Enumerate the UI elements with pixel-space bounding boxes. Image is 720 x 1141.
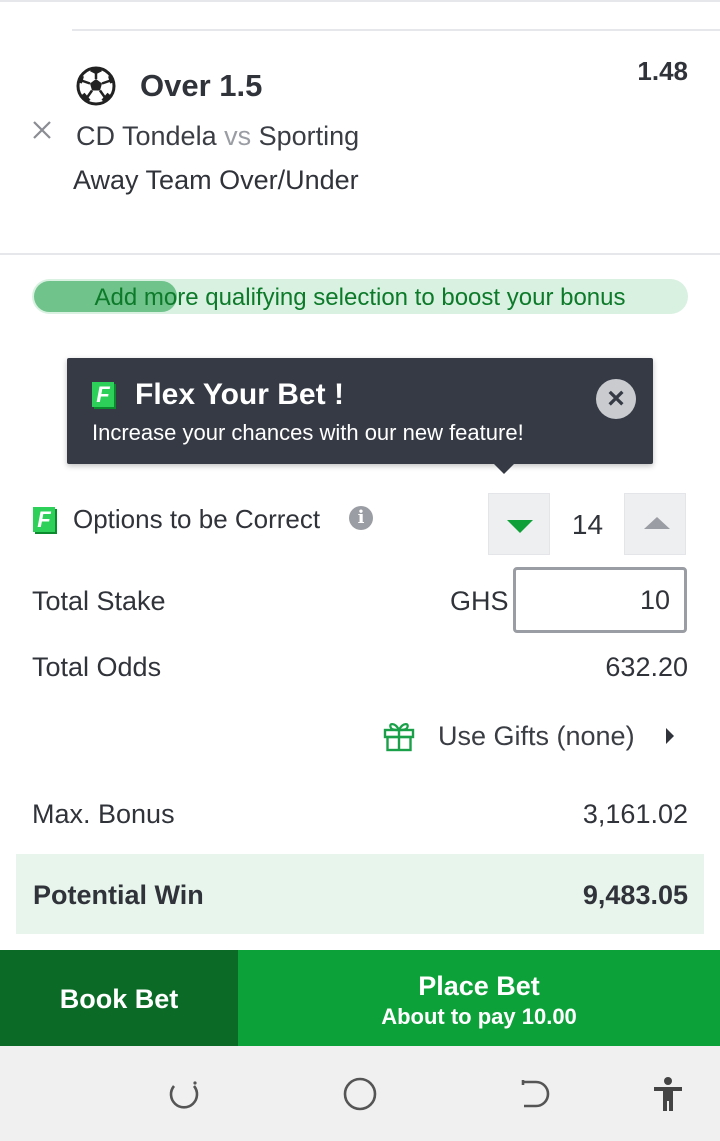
vs-label: vs [224,121,252,151]
soccer-ball-icon [76,66,116,106]
tooltip-close-icon[interactable]: × [596,379,636,419]
flex-bet-tooltip: F Flex Your Bet ! Increase your chances … [67,358,653,464]
home-icon[interactable] [340,1074,380,1114]
use-gifts-link[interactable]: Use Gifts (none) [382,718,682,756]
potential-win-label: Potential Win [33,880,204,910]
card-bottom-divider [0,253,720,255]
tooltip-title: Flex Your Bet ! [135,378,344,411]
stake-currency: GHS [450,586,509,616]
rotate-icon[interactable] [164,1074,204,1114]
card-top-divider [72,29,720,31]
max-bonus-value: 3,161.02 [582,799,688,829]
tooltip-arrow [490,460,518,474]
options-increase-button[interactable] [624,493,686,555]
caret-right-icon [666,728,674,744]
book-bet-label: Book Bet [59,984,179,1014]
max-bonus-label: Max. Bonus [32,799,175,829]
away-team: Sporting [258,121,360,151]
place-bet-label: Place Bet [418,971,540,1001]
total-odds-value: 632.20 [605,652,688,682]
place-bet-button[interactable]: Place Bet About to pay 10.00 [238,950,720,1046]
selection-title: Over 1.5 [140,68,263,103]
selection-odds: 1.48 [637,56,688,86]
home-team: CD Tondela [76,121,217,151]
bonus-progress-bar: Add more qualifying selection to boost y… [32,279,688,314]
options-label: Options to be Correct [73,504,321,534]
potential-win-row: Potential Win 9,483.05 [16,854,704,934]
info-icon[interactable]: i [349,506,373,530]
gift-icon [383,723,415,752]
tooltip-subtitle: Increase your chances with our new featu… [92,420,524,445]
potential-win-value: 9,483.05 [582,880,688,910]
flex-badge-icon: F [92,382,114,407]
use-gifts-label: Use Gifts (none) [438,721,635,751]
book-bet-button[interactable]: Book Bet [0,950,238,1046]
place-bet-amount: About to pay 10.00 [381,1004,577,1029]
arrow-down-icon [507,520,533,533]
match-name: CD Tondela vs Sporting [76,121,359,152]
stake-input[interactable] [513,567,687,633]
arrow-up-icon [644,517,670,529]
back-icon[interactable] [516,1074,556,1114]
options-decrease-button[interactable] [488,493,550,555]
bonus-progress-text: Add more qualifying selection to boost y… [94,284,626,311]
system-nav-bar [0,1046,720,1141]
remove-selection-icon[interactable] [30,118,54,142]
top-divider [0,0,720,2]
market-name: Away Team Over/Under [73,165,359,195]
flex-badge-icon: F [33,507,55,532]
total-stake-label: Total Stake [32,586,166,616]
total-odds-label: Total Odds [32,652,162,682]
accessibility-icon[interactable] [648,1074,688,1114]
options-value: 14 [571,509,604,540]
